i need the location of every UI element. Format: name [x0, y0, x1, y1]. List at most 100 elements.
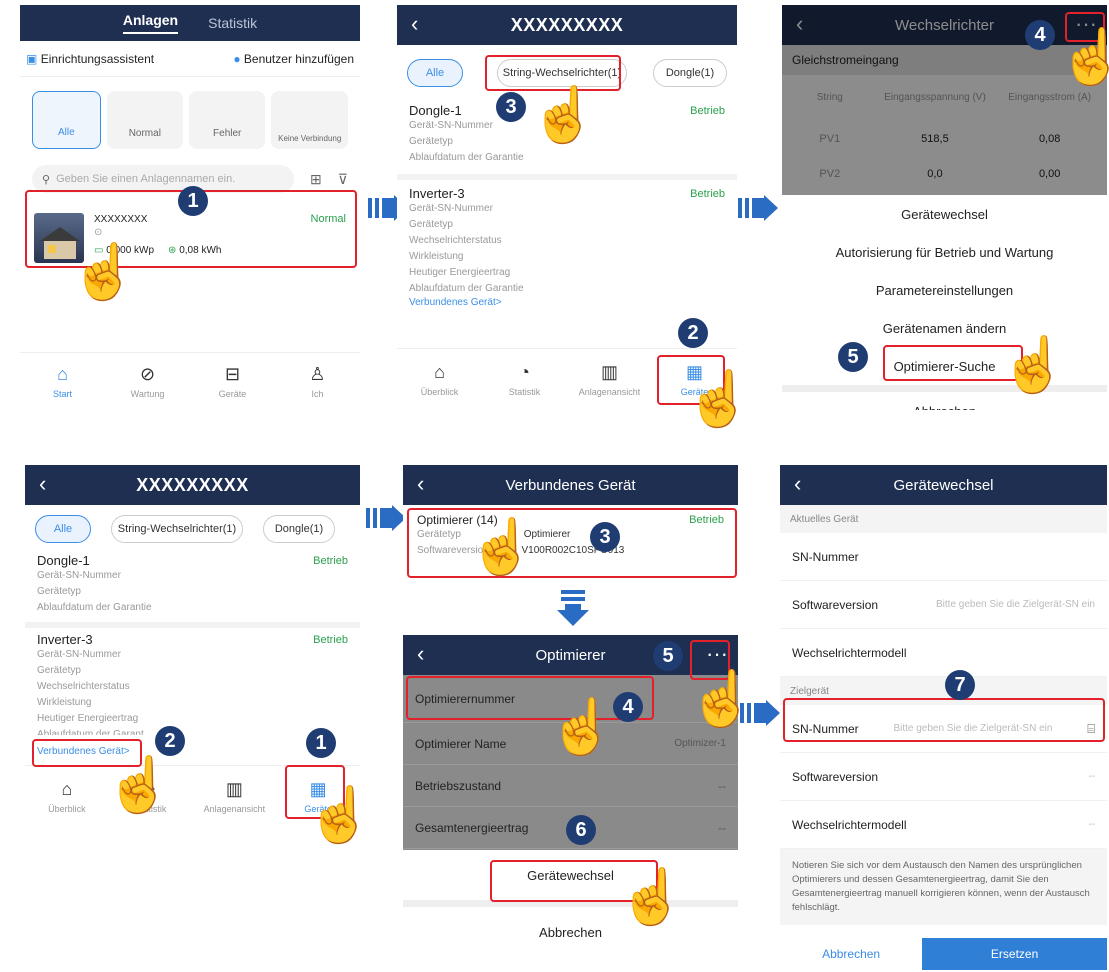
step-4: 4 — [1025, 20, 1055, 50]
inverter-status: Betrieb — [690, 187, 725, 200]
nav-ueberblick[interactable]: ⌂ Überblick — [397, 349, 482, 410]
step-1: 1 — [306, 728, 336, 758]
inv-line: Gerätetyp — [409, 219, 453, 230]
chip-dongle[interactable]: Dongle(1) — [653, 59, 727, 87]
pointer-hand-icon: ☝ — [685, 369, 753, 429]
pointer-hand-icon: ☝ — [618, 867, 686, 927]
highlight-optimizer-card — [407, 508, 737, 578]
inv-line: Wechselrichterstatus — [409, 235, 502, 246]
add-user-label: Benutzer hinzufügen — [243, 51, 354, 66]
tab-anlagen[interactable]: Anlagen — [122, 12, 179, 34]
inv-line: Gerät-SN-Nummer — [409, 203, 493, 214]
option-geraetewechsel[interactable]: Gerätewechsel — [782, 195, 1107, 233]
current-sn-row: SN-Nummer — [780, 533, 1107, 581]
nav-ich[interactable]: ♙ Ich — [275, 353, 360, 410]
inv-line: Heutiger Energieertrag — [37, 713, 139, 724]
pointer-hand-icon: ☝ — [548, 697, 616, 757]
page-title: XXXXXXXXX — [510, 14, 624, 35]
page-title: XXXXXXXXX — [136, 474, 249, 495]
panel-devices-2: ‹ XXXXXXXXX Alle String-Wechselrichter(1)… — [25, 465, 360, 735]
inv-line: Ablaufdatum der Garant — [37, 729, 144, 735]
chip-alle[interactable]: Alle — [407, 59, 463, 87]
inv-line: Ablaufdatum der Garantie — [409, 283, 524, 294]
cancel-button[interactable]: Abbrechen — [780, 938, 923, 970]
dongle-name: Dongle-1 — [37, 553, 90, 568]
arrow-down-icon — [557, 590, 589, 626]
step-2: 2 — [678, 318, 708, 348]
wizard-button[interactable]: ▣ Einrichtungsassistent — [26, 52, 154, 66]
nav-statistik[interactable]: ◔ Statistik — [482, 349, 567, 410]
back-icon[interactable]: ‹ — [417, 471, 424, 497]
back-icon[interactable]: ‹ — [411, 11, 418, 37]
step-5: 5 — [838, 342, 868, 372]
add-user-button[interactable]: ● Benutzer hinzufügen — [233, 52, 354, 66]
option-autorisierung[interactable]: Autorisierung für Betrieb und Wartung — [782, 233, 1107, 271]
step-1: 1 — [178, 186, 208, 216]
nav-start[interactable]: ⌂ Start — [20, 353, 105, 410]
replace-note: Notieren Sie sich vor dem Austausch den … — [780, 849, 1107, 925]
pointer-hand-icon: ☝ — [1000, 335, 1068, 395]
device-icon: ⊟ — [224, 364, 241, 384]
chip-alle[interactable]: Alle — [35, 515, 91, 543]
arrow-right-icon — [366, 505, 406, 531]
filter-normal[interactable]: Normal — [106, 91, 184, 149]
home-icon: ⌂ — [61, 779, 73, 799]
step-3: 3 — [590, 522, 620, 552]
inv-line: Wirkleistung — [409, 251, 464, 262]
layout-icon: ▥ — [225, 779, 243, 799]
highlight-target-sn — [783, 698, 1105, 742]
back-icon[interactable]: ‹ — [417, 641, 424, 667]
operating-state-row[interactable]: Betriebszustand -- — [403, 765, 738, 807]
current-sw-row: Softwareversion Bitte geben Sie die Zielg… — [780, 581, 1107, 629]
pointer-hand-icon: ☝ — [70, 242, 138, 302]
inv-line: Gerätetyp — [37, 665, 81, 676]
inv-line: Gerät-SN-Nummer — [37, 649, 121, 660]
pointer-hand-icon: ☝ — [1058, 27, 1109, 87]
page-title: Optimierer — [535, 646, 606, 664]
nav-ueberblick[interactable]: ⌂ Überblick — [25, 766, 109, 827]
device-card-dongle[interactable]: Dongle-1 Betrieb Gerät-SN-Nummer Gerätety… — [25, 549, 360, 628]
dongle-line: Gerät-SN-Nummer — [37, 570, 121, 581]
inv-line: Heutiger Energieertrag — [409, 267, 511, 278]
pointer-hand-icon: ☝ — [530, 85, 598, 145]
nav-anlagenansicht[interactable]: ▥ Anlagenansicht — [193, 766, 277, 827]
replace-button[interactable]: Ersetzen — [922, 938, 1107, 970]
step-7: 7 — [945, 670, 975, 700]
search-input[interactable]: ⚲ Geben Sie einen Anlagennamen ein. — [32, 165, 294, 193]
pointer-hand-icon: ☝ — [468, 517, 536, 577]
filter-keine-verbindung[interactable]: Keine Verbindung — [271, 91, 348, 149]
nav-wartung[interactable]: ⊘ Wartung — [105, 353, 190, 410]
wizard-label: Einrichtungsassistent — [40, 51, 155, 66]
option-parameter[interactable]: Parametereinstellungen — [782, 271, 1107, 309]
chip-string-wechselrichter[interactable]: String-Wechselrichter(1) — [111, 515, 243, 543]
dongle-line: Ablaufdatum der Garantie — [37, 602, 152, 613]
pointer-hand-icon: ☝ — [688, 669, 756, 729]
back-icon[interactable]: ‹ — [794, 471, 801, 497]
layout-icon: ▥ — [600, 362, 618, 382]
person-icon: ♙ — [309, 364, 326, 384]
home-icon: ⌂ — [434, 362, 445, 382]
grid-icon[interactable]: ⊞ — [310, 171, 322, 188]
page-title: Gerätewechsel — [893, 476, 994, 494]
back-icon[interactable]: ‹ — [39, 471, 46, 497]
home-icon: ⌂ — [57, 364, 68, 384]
connected-device-link[interactable]: Verbundenes Gerät> — [409, 297, 725, 308]
dongle-line: Gerätetyp — [37, 586, 81, 597]
cancel-button[interactable]: Abbrechen — [403, 907, 738, 957]
device-card-inverter[interactable]: Inverter-3 Betrieb Gerät-SN-Nummer Geräte… — [397, 180, 737, 314]
user-icon: ● — [233, 51, 241, 66]
filter-icon[interactable]: ⊽ — [338, 171, 348, 188]
tab-statistik[interactable]: Statistik — [208, 15, 257, 31]
arrow-right-icon — [738, 195, 778, 221]
step-5: 5 — [653, 641, 683, 671]
filter-alle[interactable]: Alle — [32, 91, 101, 149]
device-card-inverter[interactable]: Inverter-3 Betrieb Gerät-SN-Nummer Geräte… — [25, 628, 360, 735]
wrench-icon: ⊘ — [139, 364, 156, 384]
inv-line: Wirkleistung — [37, 697, 92, 708]
nav-geraete[interactable]: ⊟ Geräte — [190, 353, 275, 410]
pointer-hand-icon: ☝ — [306, 785, 374, 845]
filter-fehler[interactable]: Fehler — [189, 91, 266, 149]
chip-dongle[interactable]: Dongle(1) — [263, 515, 335, 543]
nav-anlagenansicht[interactable]: ▥ Anlagenansicht — [567, 349, 652, 410]
dongle-status: Betrieb — [690, 104, 725, 117]
